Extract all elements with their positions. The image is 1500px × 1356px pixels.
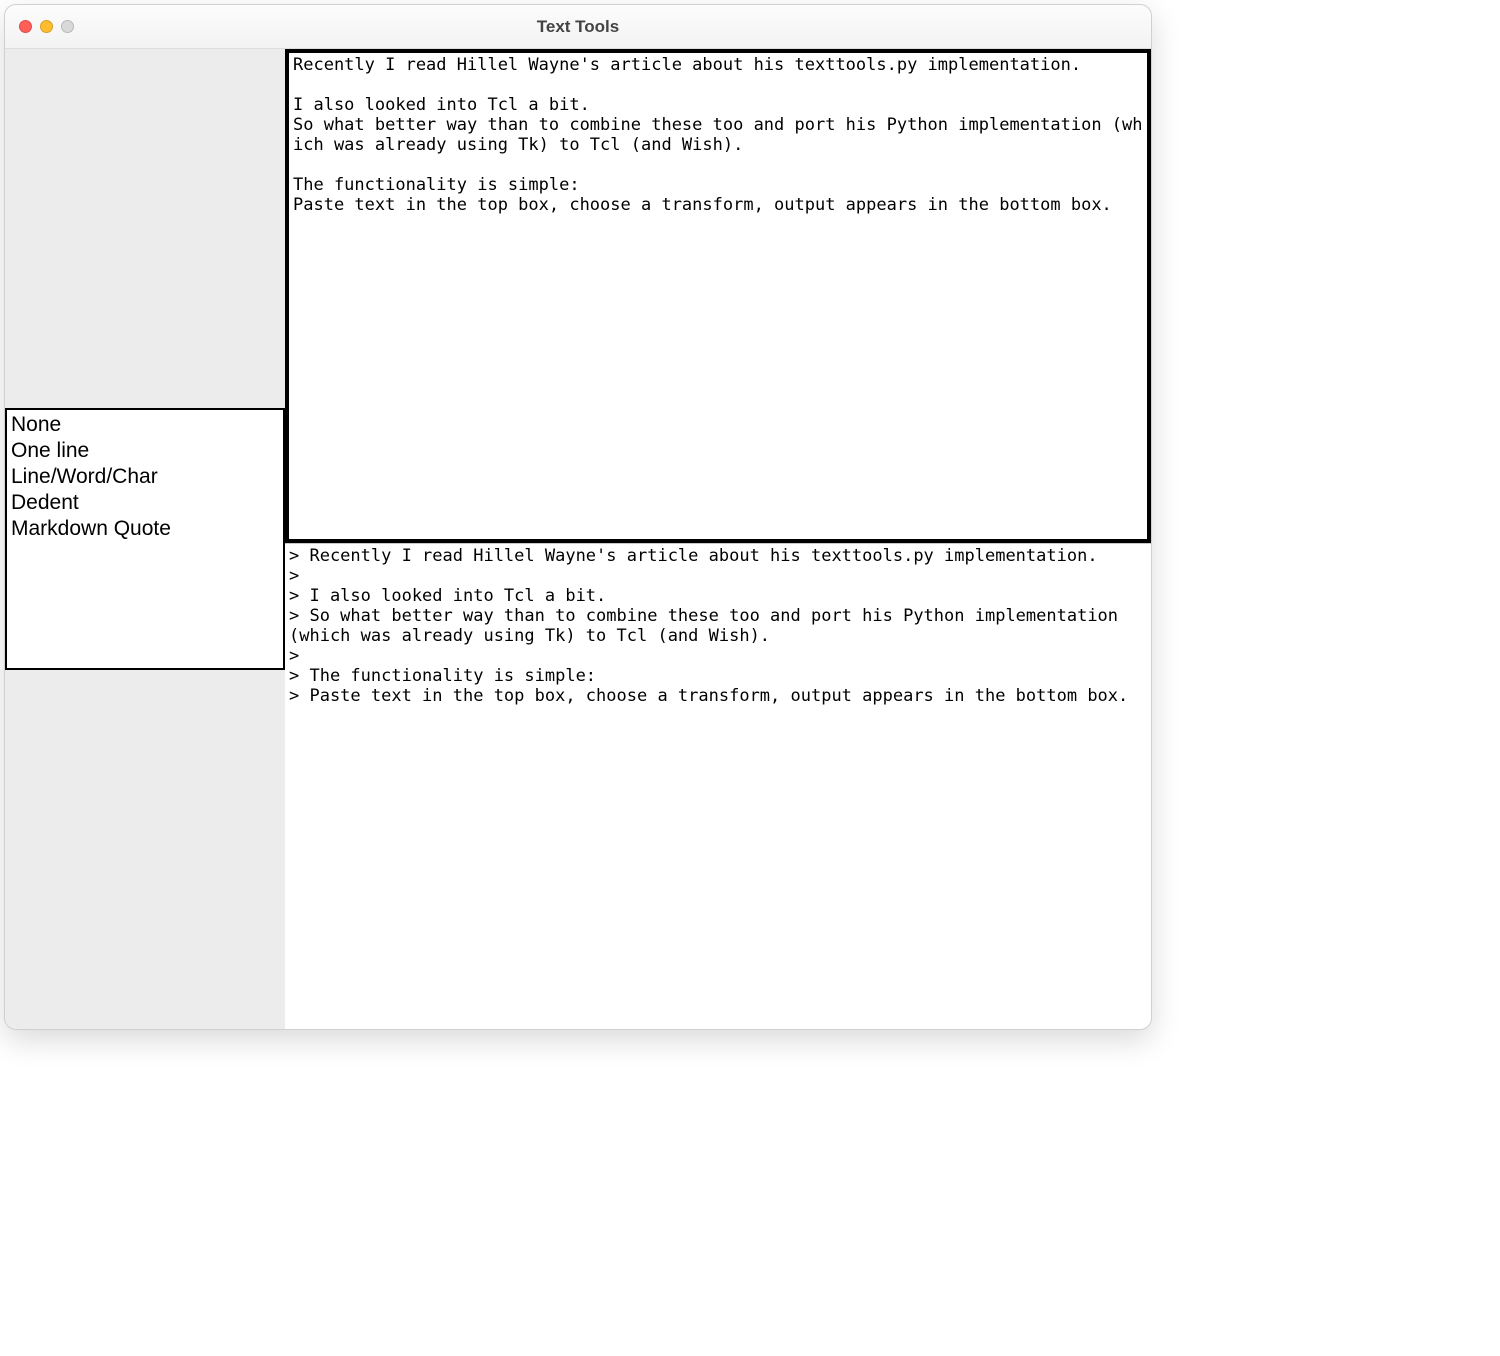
input-textarea[interactable]: Recently I read Hillel Wayne's article a…	[285, 49, 1151, 543]
text-panes: Recently I read Hillel Wayne's article a…	[285, 49, 1151, 1029]
window-controls	[19, 20, 74, 33]
transform-option-line-word-char[interactable]: Line/Word/Char	[9, 464, 281, 490]
sidebar: None One line Line/Word/Char Dedent Mark…	[5, 49, 285, 1029]
close-window-button[interactable]	[19, 20, 32, 33]
app-window: Text Tools None One line Line/Word/Char …	[4, 4, 1152, 1030]
content-area: None One line Line/Word/Char Dedent Mark…	[5, 49, 1151, 1029]
window-title: Text Tools	[5, 17, 1151, 37]
transform-option-none[interactable]: None	[9, 412, 281, 438]
transform-option-one-line[interactable]: One line	[9, 438, 281, 464]
transform-option-dedent[interactable]: Dedent	[9, 490, 281, 516]
transform-listbox[interactable]: None One line Line/Word/Char Dedent Mark…	[5, 408, 285, 670]
output-textarea[interactable]: > Recently I read Hillel Wayne's article…	[285, 543, 1151, 1030]
zoom-window-button[interactable]	[61, 20, 74, 33]
minimize-window-button[interactable]	[40, 20, 53, 33]
titlebar[interactable]: Text Tools	[5, 5, 1151, 49]
transform-option-markdown-quote[interactable]: Markdown Quote	[9, 516, 281, 542]
